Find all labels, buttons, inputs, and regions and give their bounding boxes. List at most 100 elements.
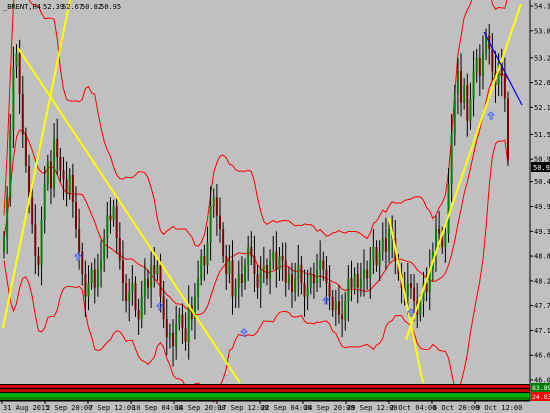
candle-body [256,274,259,288]
candle-body [75,202,77,230]
x-tick-label: 7 Sep 12:00 [89,404,135,412]
y-tick-label: 47.70 [534,302,550,310]
candle-body [244,265,247,284]
candle-body [106,215,109,239]
candle-body [165,319,168,338]
candle-body [40,220,43,266]
candle-body [46,161,49,184]
candle-body [147,278,149,288]
candle-body [478,57,481,76]
candle-body [303,283,306,297]
y-tick-label: 48.80 [534,253,550,261]
candle-body [372,247,375,261]
candle-body [175,323,178,347]
candle-body [231,260,234,297]
candle-body [34,224,37,257]
candle-body [375,247,378,266]
indicator-value-2: 24.8322 [532,393,550,401]
candle-body [456,71,459,94]
x-tick-label: 31 Aug 2015 [3,404,49,412]
candle-body [322,260,325,270]
candle-body [200,256,203,279]
x-tick-label: 9 Oct 12:00 [476,404,522,412]
candle-body [150,265,153,288]
y-tick-label: 46.60 [534,352,550,360]
candle-body [78,229,81,252]
chart-header: _BRENT,H4 52.39 52.67 50.82 50.95 [3,3,121,11]
y-tick-label: 49.35 [534,228,550,236]
candle-body [347,278,350,302]
candle-body [103,238,106,261]
candle-body [178,314,181,324]
candle-body [21,93,24,135]
candle-body [125,283,128,302]
candle-body [9,129,12,198]
price-chart[interactable]: 54.35 53.80 53.20 52.65 52.10 51.50 50.95 50.45… [0,0,550,413]
candle-body [344,301,347,320]
candle-body [140,296,143,320]
current-price-tag: 50.95 [531,162,550,172]
candle-body [272,251,275,261]
candle-body [337,301,340,315]
candle-body [466,84,469,121]
candle-body [409,283,412,288]
candle-body [444,233,447,248]
candle-body [481,53,484,76]
candle-body [262,265,265,270]
candle-body [356,274,359,288]
candle-body [319,260,322,270]
candle-body [312,274,315,284]
candle-body [366,269,369,279]
candle-body [43,183,46,221]
candle-body [269,260,272,279]
candle-body [93,269,96,288]
candle-body [353,274,356,288]
candle-body [162,296,165,320]
candle-body [463,84,466,103]
candle-body [84,274,87,297]
candle-body [222,229,225,257]
candle-body [53,138,56,189]
candle-body [469,98,472,121]
candle-body [460,71,463,103]
candle-body [325,269,328,284]
candle-body [406,283,409,297]
candle-body [228,260,231,275]
y-tick-label: 53.20 [534,54,550,62]
candle-body [121,260,124,284]
candle-body [413,287,416,302]
y-tick-label: 54.35 [534,3,550,11]
candle-body [81,251,84,275]
candle-body [472,71,475,99]
y-tick-label: 52.10 [534,104,550,112]
indicator-red-band-2 [0,389,530,392]
y-tick-label: 51.50 [534,131,550,139]
candle-body [15,53,18,67]
candle-body [287,274,290,284]
candle-body [12,66,15,130]
candle-body [363,269,365,279]
current-price-label: 50.95 [533,164,550,172]
y-tick-label: 50.45 [534,178,550,186]
candle-body [134,283,137,311]
candle-body [384,238,387,252]
close-value: 50.95 [100,3,121,11]
candle-body [71,174,74,203]
low-value: 50.82 [81,3,102,11]
x-tick-label: 6 Oct 20:00 [433,404,479,412]
indicator-value-tags: 83.8926 24.8322 [531,383,550,401]
candle-body [450,134,453,184]
candle-body [6,197,9,239]
candle-body [447,183,450,234]
candle-body [278,256,281,270]
candle-body [203,256,206,266]
candle-body [300,265,303,284]
candle-body [250,247,253,257]
candle-body [100,260,103,270]
candle-body [3,238,5,252]
candle-body [306,287,309,297]
candle-body [234,287,237,297]
candle-body [37,256,40,266]
x-tick-label: 2 Oct 04:00 [390,404,436,412]
candle-body [153,265,156,275]
